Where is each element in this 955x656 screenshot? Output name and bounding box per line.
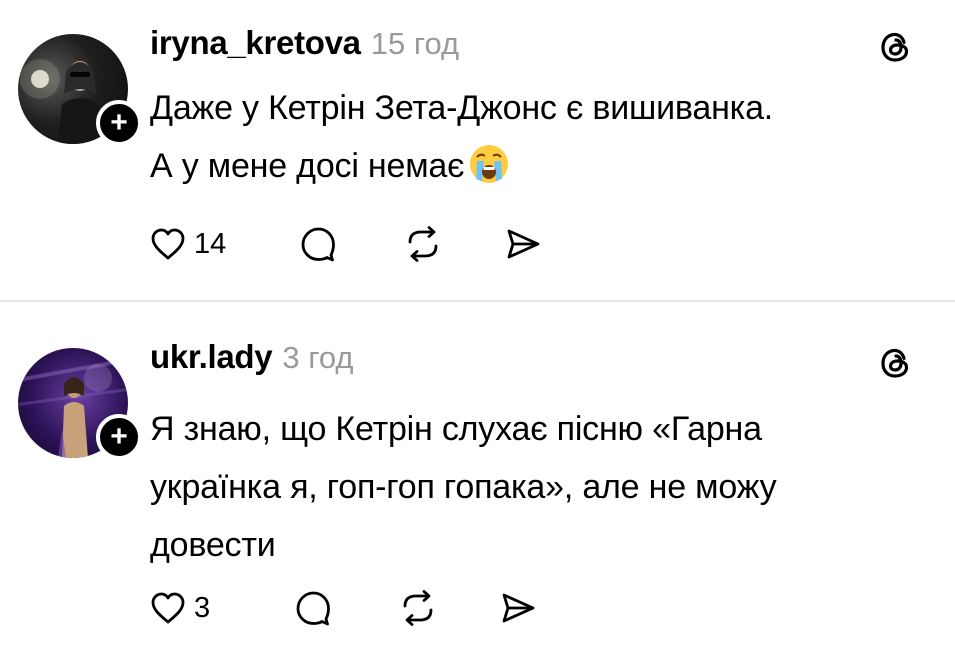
post-actions: 3 [148,586,538,630]
post-text-line: А у мене досі немає [150,147,465,185]
loudly-crying-face-icon [470,145,509,183]
follow-button[interactable]: + [96,100,142,146]
post-text-line: Даже у Кетрін Зета-Джонс є вишиванка. [150,89,774,127]
follow-button[interactable]: + [96,414,142,460]
post-text-line-with-emoji: А у мене досі немає [150,137,920,195]
post-text: Я знаю, що Кетрін слухає пісню «Гарна ук… [150,400,920,574]
like-button[interactable]: 14 [148,222,298,266]
repost-button[interactable] [403,222,503,266]
username[interactable]: ukr.lady [150,338,273,376]
threads-icon[interactable] [875,342,917,384]
repost-icon [408,226,438,262]
comment-icon [296,591,330,626]
post-text-line: українка я, гоп-гоп гопака», але не можу [150,468,777,506]
post-actions: 14 [148,222,543,266]
heart-icon [151,592,185,624]
avatar-container: + [18,348,142,460]
thread-post: + iryna_kretova 15 год Даже у Кетрін Зет… [0,0,955,300]
comment-button[interactable] [298,222,403,266]
share-button[interactable] [503,222,543,266]
post-text-line: Я знаю, що Кетрін слухає пісню «Гарна [150,410,762,448]
comment-icon [301,227,335,262]
username[interactable]: iryna_kretova [150,24,361,62]
avatar-container: + [18,34,142,146]
repost-button[interactable] [398,586,498,630]
share-icon [507,229,540,259]
like-button[interactable]: 3 [148,586,293,630]
threads-icon[interactable] [875,26,917,68]
post-text: Даже у Кетрін Зета-Джонс є вишиванка. А … [150,79,920,195]
post-header: iryna_kretova 15 год [150,24,459,62]
post-text-line: довести [150,526,276,564]
repost-icon [403,590,433,626]
like-count: 3 [194,591,211,624]
timestamp: 15 год [370,26,460,61]
share-button[interactable] [498,586,538,630]
heart-icon [151,228,185,260]
like-count: 14 [194,227,227,260]
post-header: ukr.lady 3 год [150,338,353,376]
thread-post: + ukr.lady 3 год Я знаю, що Кетрін слуха… [0,302,955,656]
share-icon [502,593,535,623]
comment-button[interactable] [293,586,398,630]
timestamp: 3 год [282,340,354,375]
